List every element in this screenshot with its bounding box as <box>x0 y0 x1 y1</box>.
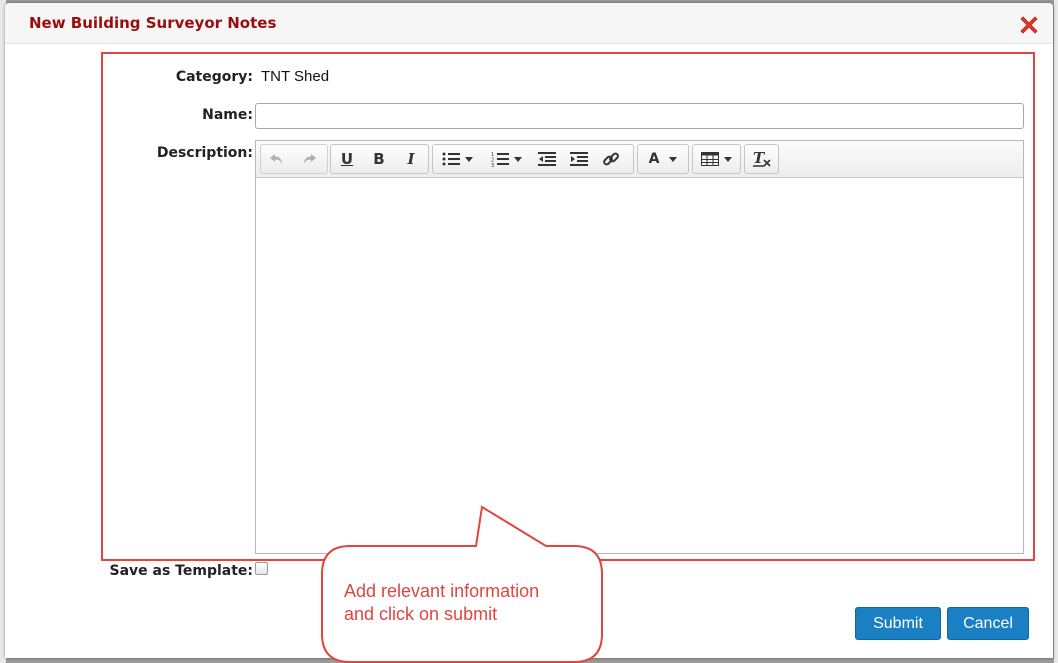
dialog-title: New Building Surveyor Notes <box>29 14 277 32</box>
annotation-text: Add relevant information and click on su… <box>344 580 584 626</box>
close-icon[interactable] <box>1017 13 1041 37</box>
highlight-box <box>101 52 1035 561</box>
annotation-line-2: and click on submit <box>344 604 498 624</box>
submit-button[interactable]: Submit <box>855 607 941 640</box>
background-page-right <box>1054 0 1058 663</box>
annotation-line-1: Add relevant information <box>344 581 540 601</box>
save-template-label: Save as Template: <box>109 563 253 579</box>
dialog-titlebar: New Building Surveyor Notes <box>5 3 1053 44</box>
cancel-button[interactable]: Cancel <box>947 607 1029 640</box>
save-template-checkbox[interactable] <box>255 562 268 575</box>
